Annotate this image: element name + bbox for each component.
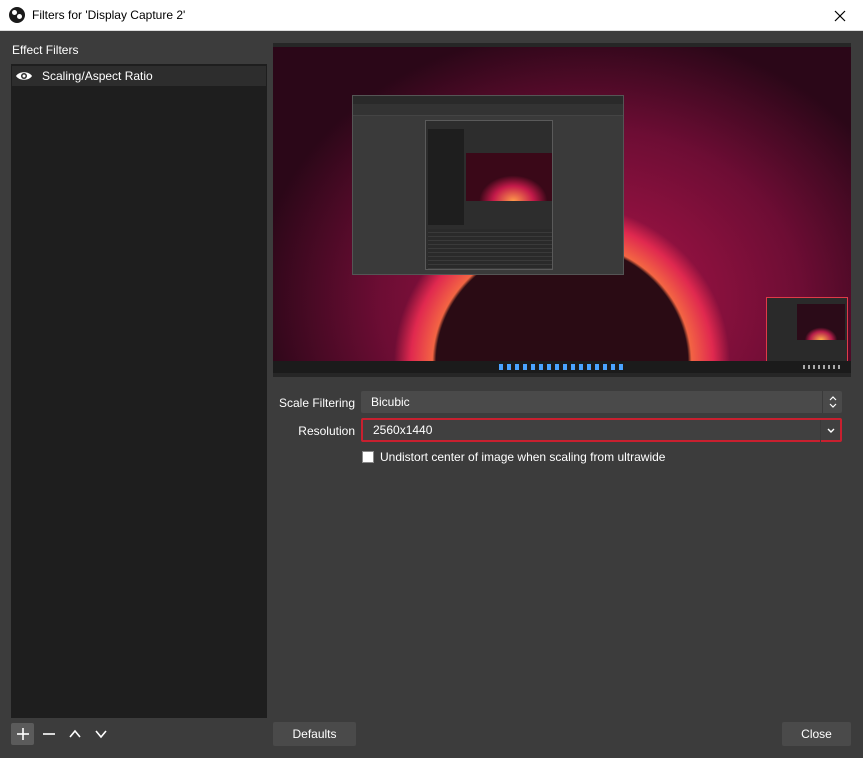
move-down-button[interactable] [89,723,112,745]
chevron-up-icon [68,729,81,738]
add-filter-button[interactable] [11,723,34,745]
filter-item-scaling[interactable]: Scaling/Aspect Ratio [12,66,266,86]
plus-icon [16,728,29,740]
status-bar [0,752,863,758]
preview-desktop-image [273,47,851,363]
resolution-value: 2560x1440 [373,423,433,437]
effect-filters-heading: Effect Filters [12,43,79,57]
filter-toolbar [11,723,115,745]
close-button[interactable]: Close [782,722,851,746]
window-title: Filters for 'Display Capture 2' [32,8,186,22]
obs-logo-icon [9,7,25,23]
resolution-dropdown-button[interactable] [820,420,840,442]
scale-filtering-value: Bicubic [371,395,410,409]
undistort-label: Undistort center of image when scaling f… [380,450,666,464]
remove-filter-button[interactable] [37,723,60,745]
preview-thumbnail [766,297,848,363]
minus-icon [42,733,55,735]
scale-filtering-label: Scale Filtering [278,396,355,410]
window-close-button[interactable] [817,0,863,31]
title-bar: Filters for 'Display Capture 2' [0,0,863,31]
undistort-option[interactable]: Undistort center of image when scaling f… [362,450,665,464]
filter-list[interactable]: Scaling/Aspect Ratio [11,64,267,718]
undistort-checkbox[interactable] [362,451,374,463]
preview-obs-window [352,95,624,275]
resolution-label: Resolution [298,424,355,438]
updown-arrows-icon [829,396,836,408]
chevron-down-icon [94,730,107,739]
scale-filtering-select[interactable]: Bicubic [361,391,842,413]
close-icon [834,10,846,21]
move-up-button[interactable] [63,723,86,745]
filter-item-label: Scaling/Aspect Ratio [42,69,153,83]
defaults-button[interactable]: Defaults [273,722,356,746]
resolution-combobox[interactable]: 2560x1440 [361,418,842,442]
eye-icon[interactable] [15,70,33,82]
preview-taskbar [273,361,851,373]
source-preview [273,43,851,377]
chevron-down-icon [827,428,834,433]
